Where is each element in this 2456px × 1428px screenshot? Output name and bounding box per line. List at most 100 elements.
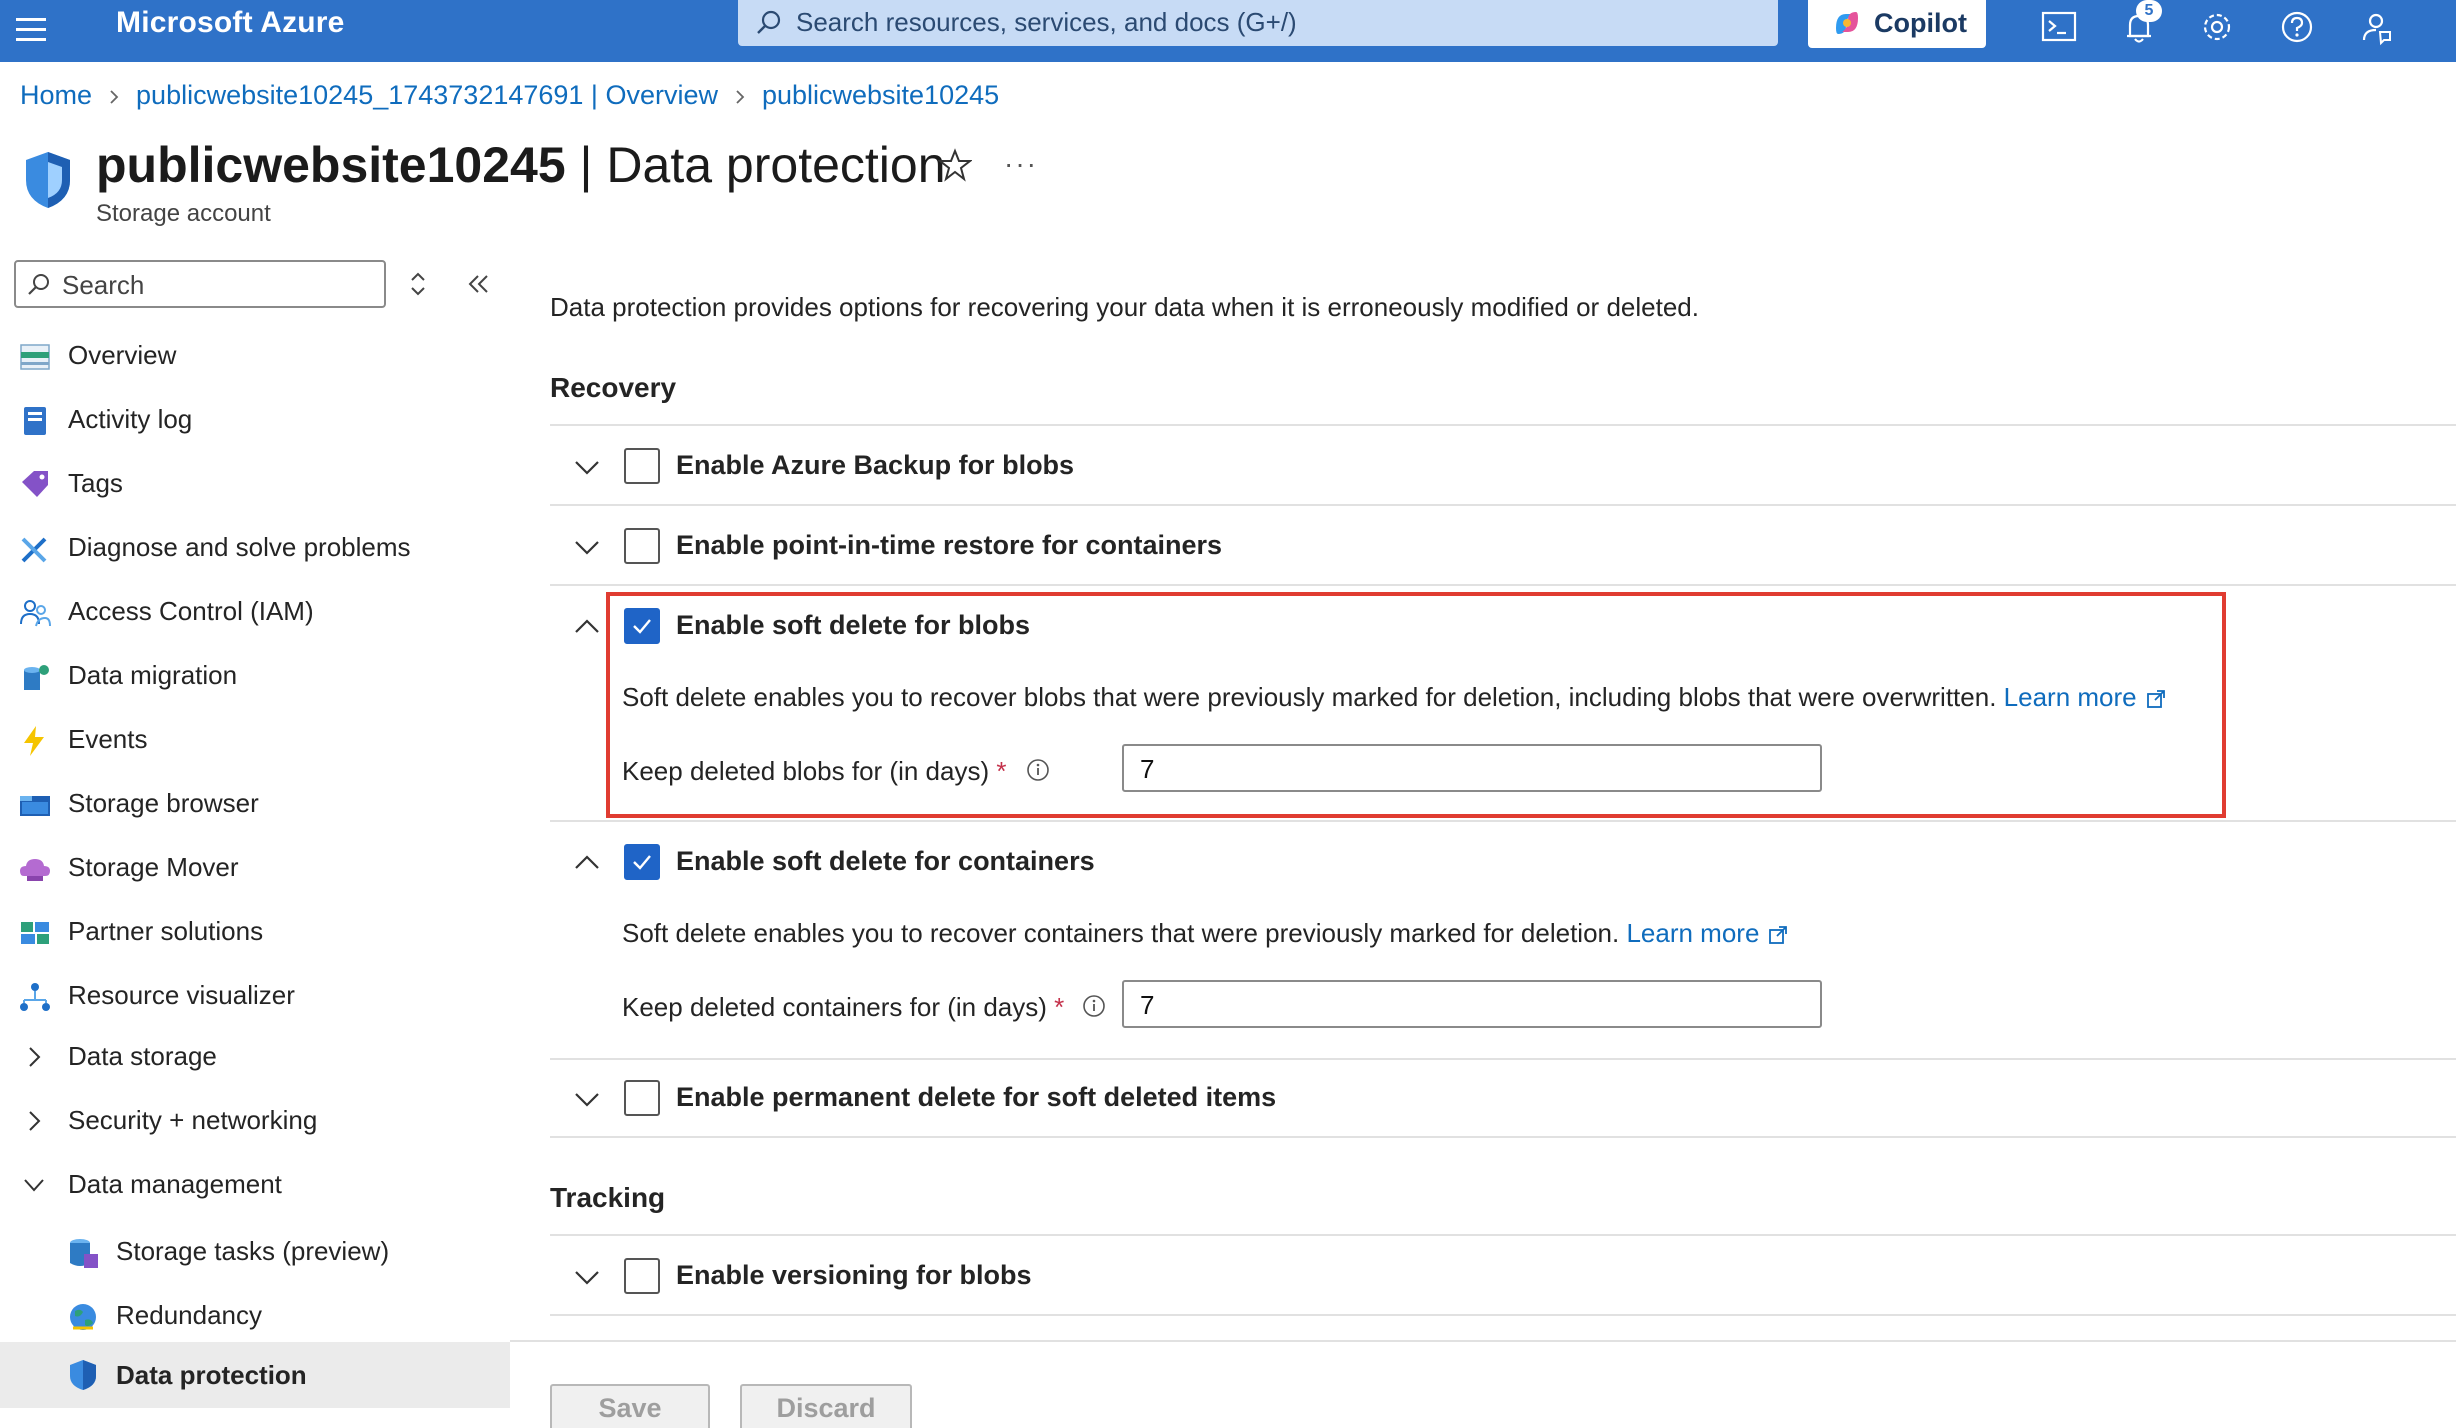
chevron-down-icon[interactable]: [572, 1084, 602, 1114]
global-search-input[interactable]: Search resources, services, and docs (G+…: [738, 0, 1778, 46]
option-soft-delete-containers: Enable soft delete for containers: [550, 822, 2456, 900]
sidebar-item-storage-tasks[interactable]: Storage tasks (preview): [0, 1222, 510, 1282]
sidebar-item-label: Redundancy: [116, 1300, 262, 1330]
page-title-resource: publicwebsite10245: [96, 137, 566, 193]
search-icon: [757, 10, 781, 34]
page-title-section: | Data protection: [565, 137, 946, 193]
sidebar-item-label: Data migration: [68, 660, 238, 690]
copilot-icon: [1836, 12, 1858, 34]
data-migration-icon: [24, 665, 49, 690]
search-placeholder: Search resources, services, and docs (G+…: [796, 7, 1297, 37]
activity-log-icon: [24, 407, 46, 435]
copilot-button[interactable]: Copilot: [1808, 0, 1986, 48]
sidebar-group-security-networking[interactable]: Security + networking: [0, 1091, 510, 1151]
chevron-down-icon: [24, 1179, 44, 1192]
chevron-up-icon[interactable]: [572, 848, 602, 878]
sidebar-item-storage-mover[interactable]: Storage Mover: [0, 838, 510, 898]
external-link-icon[interactable]: [1767, 924, 1789, 946]
breadcrumb-home[interactable]: Home: [20, 80, 92, 110]
sidebar-search-input[interactable]: Search: [14, 260, 386, 308]
permanent-delete-checkbox[interactable]: [624, 1080, 660, 1116]
more-options-icon[interactable]: ···: [1004, 148, 1038, 180]
azure-backup-label: Enable Azure Backup for blobs: [676, 450, 1075, 480]
chevron-up-icon[interactable]: [572, 612, 602, 642]
sidebar-search-placeholder: Search: [62, 270, 145, 300]
shield-icon: [70, 1360, 96, 1390]
sidebar-item-data-migration[interactable]: Data migration: [0, 646, 510, 706]
sidebar-item-partner-solutions[interactable]: Partner solutions: [0, 902, 510, 962]
chevron-right-icon: [29, 1047, 41, 1067]
sidebar-item-activity-log[interactable]: Activity log: [0, 390, 510, 450]
breadcrumb-overview[interactable]: publicwebsite10245_1743732147691 | Overv…: [136, 80, 718, 110]
favorite-star-icon[interactable]: [938, 148, 972, 182]
azure-backup-checkbox[interactable]: [624, 448, 660, 484]
option-versioning: Enable versioning for blobs: [550, 1236, 2456, 1314]
page-title: publicwebsite10245 | Data protection: [96, 136, 946, 194]
sidebar-item-label: Diagnose and solve problems: [68, 532, 411, 562]
sidebar-item-label: Storage Mover: [68, 852, 239, 882]
notification-badge: 5: [2136, 0, 2162, 22]
chevron-right-icon: [736, 90, 745, 104]
sidebar-item-label: Data protection: [116, 1360, 307, 1390]
sidebar-group-label: Security + networking: [68, 1105, 318, 1135]
breadcrumb-storage-account[interactable]: publicwebsite10245: [762, 80, 999, 110]
storage-tasks-icon: [70, 1239, 98, 1268]
point-in-time-restore-checkbox[interactable]: [624, 528, 660, 564]
soft-delete-containers-desc-text: Soft delete enables you to recover conta…: [622, 918, 1620, 948]
feedback-icon[interactable]: [2356, 6, 2398, 48]
sidebar-item-tags[interactable]: Tags: [0, 454, 510, 514]
sidebar-item-iam[interactable]: Access Control (IAM): [0, 582, 510, 642]
sidebar-item-diagnose[interactable]: Diagnose and solve problems: [0, 518, 510, 578]
recovery-section-title: Recovery: [550, 372, 677, 403]
highlight-box: [606, 592, 2226, 818]
learn-more-link[interactable]: Learn more: [1626, 918, 1759, 948]
sidebar-group-label: Data storage: [68, 1041, 217, 1071]
globe-icon: [70, 1304, 96, 1330]
sidebar-item-events[interactable]: Events: [0, 710, 510, 770]
wrench-icon: [21, 537, 47, 563]
sidebar-item-label: Storage browser: [68, 788, 259, 818]
menu-icon[interactable]: [14, 10, 50, 50]
help-icon[interactable]: [2276, 6, 2318, 48]
chevron-down-icon[interactable]: [572, 1262, 602, 1292]
soft-delete-containers-checkbox[interactable]: [624, 844, 660, 880]
sidebar-item-label: Overview: [68, 340, 177, 370]
settings-icon[interactable]: [2196, 6, 2238, 48]
versioning-label: Enable versioning for blobs: [676, 1260, 1032, 1290]
info-icon[interactable]: [1082, 994, 1106, 1018]
versioning-checkbox[interactable]: [624, 1258, 660, 1294]
option-permanent-delete: Enable permanent delete for soft deleted…: [550, 1058, 2456, 1136]
chevron-down-icon[interactable]: [572, 452, 602, 482]
collapse-sidebar-icon[interactable]: [462, 268, 494, 300]
save-button[interactable]: Save: [550, 1384, 710, 1428]
option-azure-backup: Enable Azure Backup for blobs: [550, 426, 2456, 504]
visualizer-icon: [20, 983, 50, 1011]
divider: [550, 1136, 2456, 1138]
lightning-icon: [24, 726, 44, 756]
discard-button[interactable]: Discard: [740, 1384, 912, 1428]
required-marker: *: [1054, 992, 1065, 1022]
keep-deleted-containers-input[interactable]: 7: [1122, 980, 1822, 1028]
soft-delete-containers-description: Soft delete enables you to recover conta…: [622, 918, 1789, 949]
sidebar-item-storage-browser[interactable]: Storage browser: [0, 774, 510, 834]
sidebar-item-data-protection[interactable]: Data protection: [0, 1342, 510, 1408]
search-icon: [28, 274, 49, 295]
top-bar: Microsoft Azure Search resources, servic…: [0, 0, 2456, 62]
sidebar-group-data-management[interactable]: Data management: [0, 1155, 510, 1215]
sidebar-item-label: Storage tasks (preview): [116, 1236, 390, 1266]
sidebar-item-overview[interactable]: Overview: [0, 326, 510, 386]
chevron-down-icon[interactable]: [572, 532, 602, 562]
sidebar-item-resource-visualizer[interactable]: Resource visualizer: [0, 966, 510, 1026]
expand-collapse-icon[interactable]: [404, 268, 432, 300]
sidebar-item-redundancy[interactable]: Redundancy: [0, 1286, 510, 1346]
divider: [550, 1314, 2456, 1316]
partner-icon: [21, 922, 49, 944]
soft-delete-containers-label: Enable soft delete for containers: [676, 846, 1095, 876]
breadcrumb: Home publicwebsite10245_1743732147691 | O…: [20, 80, 999, 111]
sidebar-group-data-storage[interactable]: Data storage: [0, 1027, 510, 1087]
sidebar-item-label: Resource visualizer: [68, 980, 295, 1010]
cloud-shell-icon[interactable]: [2038, 6, 2080, 48]
brand-title[interactable]: Microsoft Azure: [116, 6, 345, 40]
intro-text: Data protection provides options for rec…: [550, 292, 1699, 322]
sidebar-group-label: Data management: [68, 1169, 282, 1199]
